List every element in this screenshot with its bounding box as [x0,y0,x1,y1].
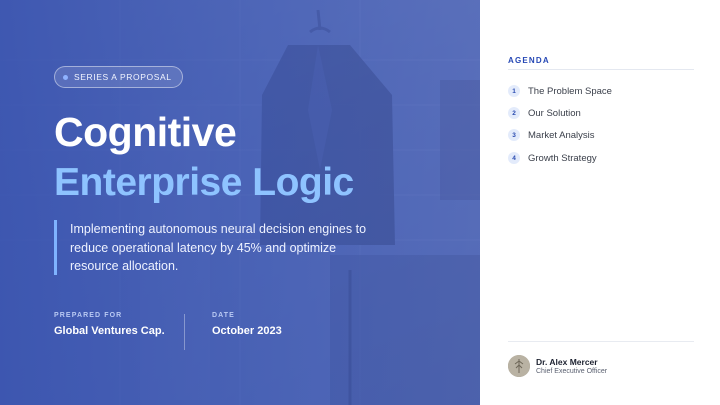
agenda-item-problem-space[interactable]: 1 The Problem Space [508,83,612,99]
author-name: Dr. Alex Mercer [536,357,598,367]
author-divider [508,341,694,342]
agenda-item-market-analysis[interactable]: 3 Market Analysis [508,127,595,143]
dot-icon [63,74,68,80]
hero-description: Implementing autonomous neural decision … [54,220,384,275]
title-line-1: Cognitive [54,109,237,155]
hero-content: SERIES A PROPOSAL Cognitive Enterprise L… [0,0,480,405]
series-tag: SERIES A PROPOSAL [54,66,183,88]
avatar-image [508,355,530,377]
agenda-item-growth-strategy[interactable]: 4 Growth Strategy [508,150,597,166]
prepared-for-label: PREPARED FOR [54,312,123,319]
avatar [508,355,530,377]
prepared-for-value: Global Ventures Cap. [54,325,165,337]
agenda-item-our-solution[interactable]: 2 Our Solution [508,105,581,121]
agenda-title: AGENDA [508,56,550,65]
title-line-2: Enterprise Logic [54,161,354,204]
agenda-item-label: Growth Strategy [528,152,597,164]
date-value: October 2023 [212,325,282,337]
hero-panel: SERIES A PROPOSAL Cognitive Enterprise L… [0,0,480,405]
series-tag-label: SERIES A PROPOSAL [74,72,172,82]
agenda-item-label: Our Solution [528,107,581,119]
agenda-panel: AGENDA 1 The Problem Space 2 Our Solutio… [480,0,720,405]
date-label: DATE [212,312,235,319]
agenda-number-badge: 3 [508,129,520,141]
agenda-item-label: The Problem Space [528,85,612,97]
agenda-number-badge: 4 [508,152,520,164]
agenda-number-badge: 1 [508,85,520,97]
agenda-divider [508,69,694,70]
agenda-number-badge: 2 [508,107,520,119]
author-role: Chief Executive Officer [536,368,608,375]
agenda-item-label: Market Analysis [528,129,595,141]
meta-divider [184,314,185,350]
